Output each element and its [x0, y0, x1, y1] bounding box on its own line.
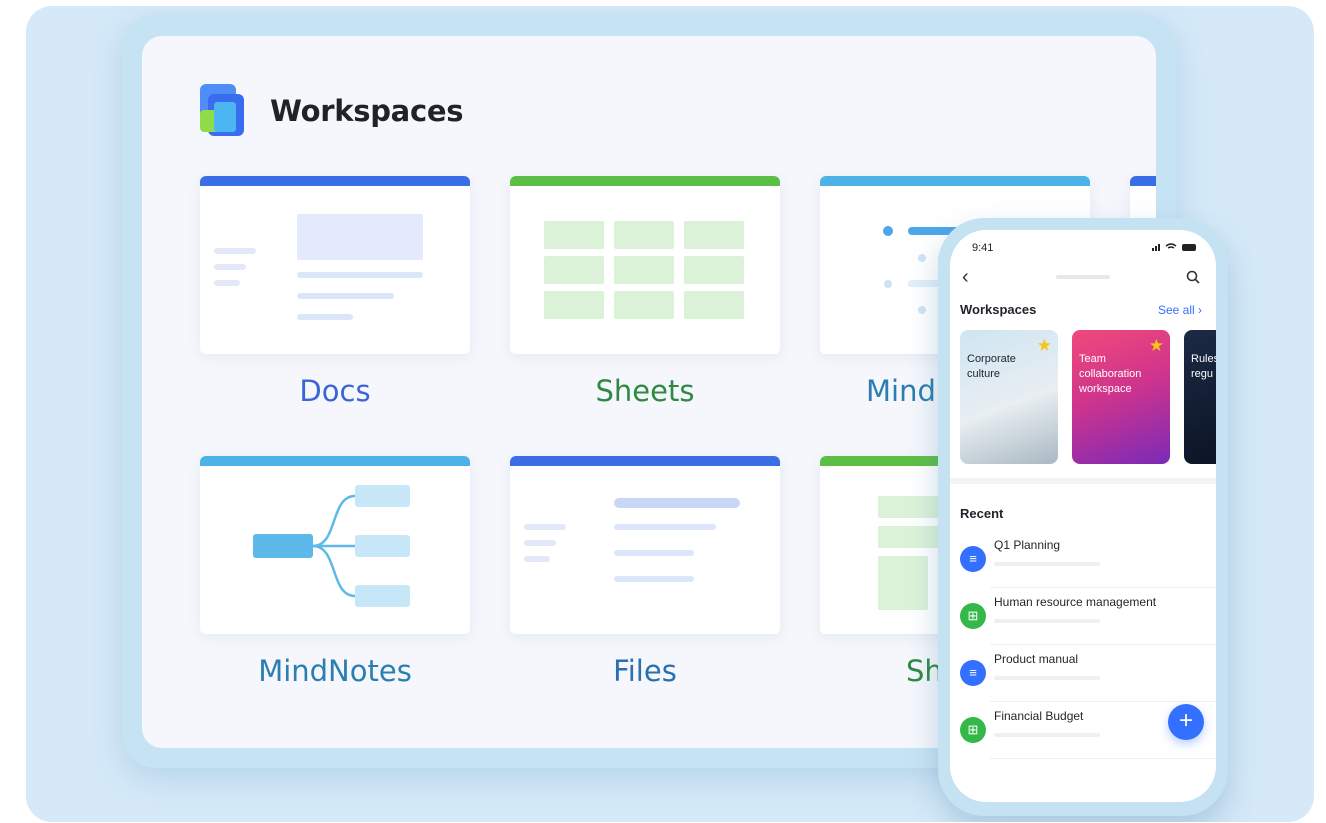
- recent-item[interactable]: ≡ Q1 Planning: [950, 532, 1216, 588]
- recent-item-name: Product manual: [994, 652, 1079, 666]
- docs-card[interactable]: [200, 176, 470, 354]
- hero-background: Workspaces Docs Sheets Mind MindNotes Fi…: [26, 6, 1314, 822]
- phone-device: 9:41 ‹ Workspaces See all › ★ Corporate …: [938, 218, 1228, 816]
- nav-title-placeholder: [1056, 275, 1110, 279]
- sheets-card[interactable]: [510, 176, 780, 354]
- page-title: Workspaces: [270, 94, 464, 128]
- signal-wifi-battery-icon: [1152, 243, 1196, 251]
- workspace-card-rules[interactable]: Rules regu: [1184, 330, 1216, 464]
- mindnotes-label: MindNotes: [258, 654, 412, 688]
- workspace-card-label: Team collaboration workspace: [1079, 353, 1142, 395]
- files-card[interactable]: [510, 456, 780, 634]
- sheet-icon: ⊞: [960, 717, 986, 743]
- card-accent-bar: [510, 176, 780, 186]
- card-accent-bar: [200, 176, 470, 186]
- workspace-card-corporate[interactable]: ★ Corporate culture: [960, 330, 1058, 464]
- recent-item-meta: [994, 562, 1100, 566]
- row-divider: [990, 587, 1216, 588]
- workspace-card-team[interactable]: ★ Team collaboration workspace: [1072, 330, 1170, 464]
- sheets-label: Sheets: [595, 374, 695, 408]
- recent-item-meta: [994, 733, 1100, 737]
- recent-item-meta: [994, 619, 1100, 623]
- row-divider: [990, 758, 1216, 759]
- workspaces-logo-icon: [200, 84, 244, 136]
- workspace-card-label: Corporate culture: [967, 353, 1016, 380]
- section-divider: [950, 478, 1216, 484]
- doc-icon: ≡: [960, 546, 986, 572]
- row-divider: [990, 644, 1216, 645]
- sheet-icon: ⊞: [960, 603, 986, 629]
- recent-item-meta: [994, 676, 1100, 680]
- recent-item[interactable]: ⊞ Human resource management: [950, 589, 1216, 645]
- status-time: 9:41: [972, 242, 994, 254]
- row-divider: [990, 701, 1216, 702]
- doc-icon: ≡: [960, 660, 986, 686]
- docs-label: Docs: [299, 374, 371, 408]
- back-icon[interactable]: ‹: [962, 266, 969, 289]
- recent-item[interactable]: ≡ Product manual: [950, 646, 1216, 702]
- recent-item-name: Human resource management: [994, 595, 1157, 609]
- workspaces-section-title: Workspaces: [960, 302, 1037, 317]
- add-button[interactable]: +: [1168, 704, 1204, 740]
- files-label: Files: [613, 654, 677, 688]
- card-accent-bar: [510, 456, 780, 466]
- recent-section-title: Recent: [960, 506, 1004, 521]
- workspace-card-label: Rules regu: [1191, 353, 1216, 380]
- card-accent-bar: [1130, 176, 1156, 186]
- see-all-link[interactable]: See all ›: [1158, 303, 1202, 317]
- recent-item-name: Q1 Planning: [994, 538, 1061, 552]
- mindnotes-card[interactable]: [200, 456, 470, 634]
- recent-item-name: Financial Budget: [994, 709, 1084, 723]
- phone-screen: 9:41 ‹ Workspaces See all › ★ Corporate …: [950, 230, 1216, 802]
- mindmap-illustration: [253, 485, 410, 607]
- status-icons: [1152, 242, 1200, 255]
- search-icon[interactable]: [1186, 270, 1200, 284]
